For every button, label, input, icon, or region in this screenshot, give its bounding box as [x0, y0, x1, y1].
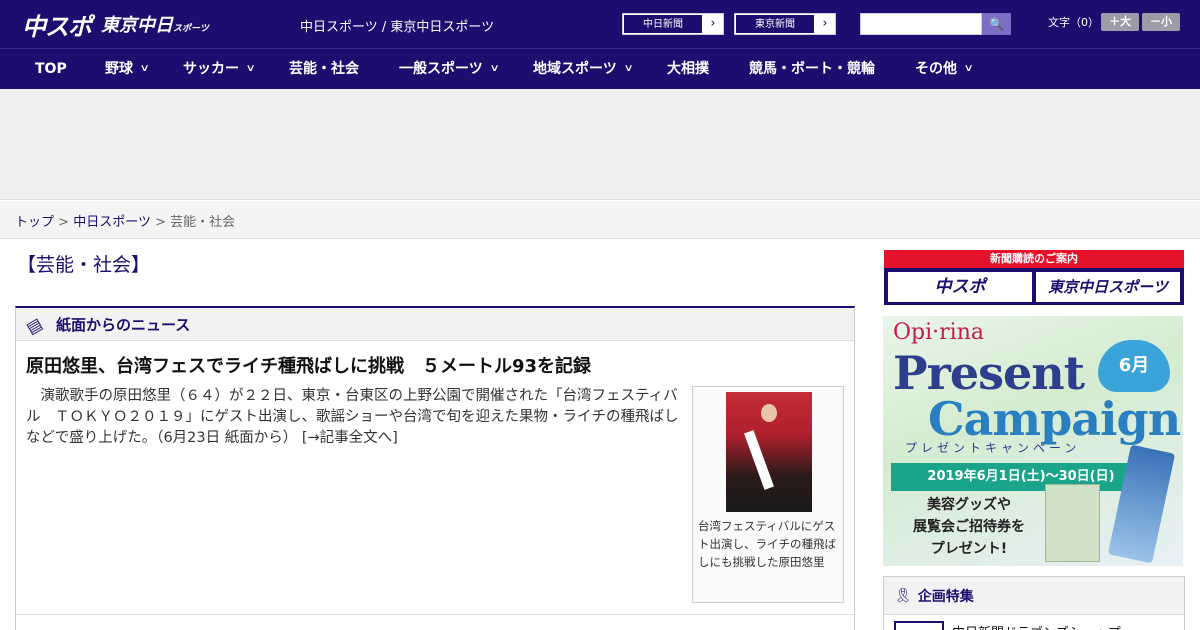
breadcrumb: トップ > 中日スポーツ > 芸能・社会: [15, 215, 236, 230]
campaign-banner[interactable]: Opi·rina Present Campaign 6月 プレゼントキャンペーン…: [883, 316, 1183, 566]
divider: [16, 614, 854, 615]
search-icon: 🔍: [989, 17, 1004, 31]
special-features-header: 🎗 企画特集: [884, 577, 1184, 615]
subscription-title: 新聞購読のご案内: [884, 250, 1184, 268]
site-title: 中日スポーツ / 東京中日スポーツ: [300, 20, 495, 35]
article-photo[interactable]: [726, 392, 812, 512]
banner-line2: Campaign: [928, 392, 1181, 446]
chevron-down-icon: ∨: [489, 63, 500, 74]
nav-baseball[interactable]: 野球 ∨: [105, 49, 150, 89]
newspaper-icon: ▤: [22, 313, 46, 338]
chunichi-link[interactable]: 中日新聞 ›: [622, 13, 724, 35]
chevron-down-icon: ∨: [139, 63, 150, 74]
feature-label: 中日新聞ドラゴンズショップ: [952, 622, 1121, 630]
search-form: 🔍: [860, 13, 1011, 35]
chevron-down-icon: ∨: [963, 63, 974, 74]
chevron-right-icon: ›: [710, 16, 716, 31]
banner-subtitle: プレゼントキャンペーン: [905, 441, 1081, 455]
subscribe-tokyo-button[interactable]: 東京中日スポーツ: [1036, 272, 1180, 302]
special-feature-item[interactable]: 中日新聞ドラゴンズショップ: [894, 621, 1121, 630]
nav-general-sports[interactable]: 一般スポーツ ∨: [399, 49, 500, 89]
special-features-box: 🎗 企画特集 中日新聞ドラゴンズショップ: [883, 576, 1185, 630]
banner-dates: 2019年6月1日(土)～30日(日): [891, 463, 1151, 491]
logo-tokyo-chunichi: 東京中日スポーツ: [101, 15, 209, 36]
nav-sumo[interactable]: 大相撲: [667, 49, 709, 89]
special-features-title: 企画特集: [917, 588, 974, 605]
chevron-down-icon: ∨: [623, 63, 634, 74]
photo-caption: 台湾フェスティバルにゲスト出演し、ライチの種飛ばしにも挑戦した原田悠里: [698, 519, 836, 569]
banner-brand-logo: Opi·rina: [893, 320, 984, 345]
nav-entertainment[interactable]: 芸能・社会: [289, 49, 359, 89]
tokyo-shimbun-link[interactable]: 東京新聞 ›: [734, 13, 836, 35]
nav-soccer[interactable]: サッカー ∨: [183, 49, 256, 89]
breadcrumb-bar: トップ > 中日スポーツ > 芸能・社会: [0, 201, 1200, 239]
banner-month-cloud: 6月: [1098, 340, 1170, 392]
font-larger-button[interactable]: ＋大: [1101, 13, 1139, 31]
product-image: [1045, 484, 1100, 562]
site-logo[interactable]: 中スポ 東京中日スポーツ: [22, 8, 209, 41]
news-box: ▤ 紙面からのニュース 原田悠里、台湾フェスでライチ種飛ばしに挑戦 ５メートル9…: [15, 306, 855, 630]
chevron-right-icon: ›: [822, 16, 828, 31]
search-input[interactable]: [860, 13, 982, 35]
site-header: 中スポ 東京中日スポーツ 中日スポーツ / 東京中日スポーツ 中日新聞 › 東京…: [0, 0, 1200, 48]
breadcrumb-current: 芸能・社会: [170, 215, 236, 230]
ad-area: [0, 89, 1200, 200]
read-more-link[interactable]: [→記事全文へ]: [302, 430, 398, 446]
news-box-header: ▤ 紙面からのニュース: [16, 308, 854, 341]
chunichi-link-label: 中日新聞: [623, 14, 703, 34]
font-smaller-button[interactable]: －小: [1142, 13, 1180, 31]
nav-local-sports[interactable]: 地域スポーツ ∨: [533, 49, 634, 89]
nav-other[interactable]: その他 ∨: [915, 49, 974, 89]
category-title: 【芸能・社会】: [17, 254, 151, 276]
ribbon-icon: 🎗: [894, 587, 912, 604]
logo-chuspo: 中スポ: [22, 12, 92, 41]
news-section-title: 紙面からのニュース: [56, 315, 191, 334]
subscribe-chuspo-button[interactable]: 中スポ: [888, 272, 1032, 302]
font-size-label: 文字（0）: [1048, 16, 1099, 29]
article-headline[interactable]: 原田悠里、台湾フェスでライチ種飛ばしに挑戦 ５メートル93を記録: [26, 352, 591, 378]
tokyo-shimbun-link-label: 東京新聞: [735, 14, 815, 34]
nav-top[interactable]: TOP: [35, 49, 67, 89]
chevron-down-icon: ∨: [245, 63, 256, 74]
nav-racing[interactable]: 競馬・ボート・競輪: [749, 49, 875, 89]
article-photo-box: 台湾フェスティバルにゲスト出演し、ライチの種飛ばしにも挑戦した原田悠里: [692, 386, 844, 603]
subscription-box: 新聞購読のご案内 中スポ 東京中日スポーツ: [884, 250, 1184, 305]
banner-gift-text: 美容グッズや 展覧会ご招待券を プレゼント!: [913, 497, 1025, 557]
article-summary: 演歌歌手の原田悠里（６４）が２２日、東京・台東区の上野公園で開催された「台湾フェ…: [26, 388, 679, 446]
main-nav: TOP 野球 ∨ サッカー ∨ 芸能・社会 一般スポーツ ∨ 地域スポーツ ∨ 大相撲 …: [0, 48, 1200, 89]
feature-thumbnail: [894, 621, 944, 630]
search-button[interactable]: 🔍: [982, 13, 1011, 35]
breadcrumb-section[interactable]: 中日スポーツ: [73, 215, 151, 230]
breadcrumb-home[interactable]: トップ: [15, 215, 54, 230]
